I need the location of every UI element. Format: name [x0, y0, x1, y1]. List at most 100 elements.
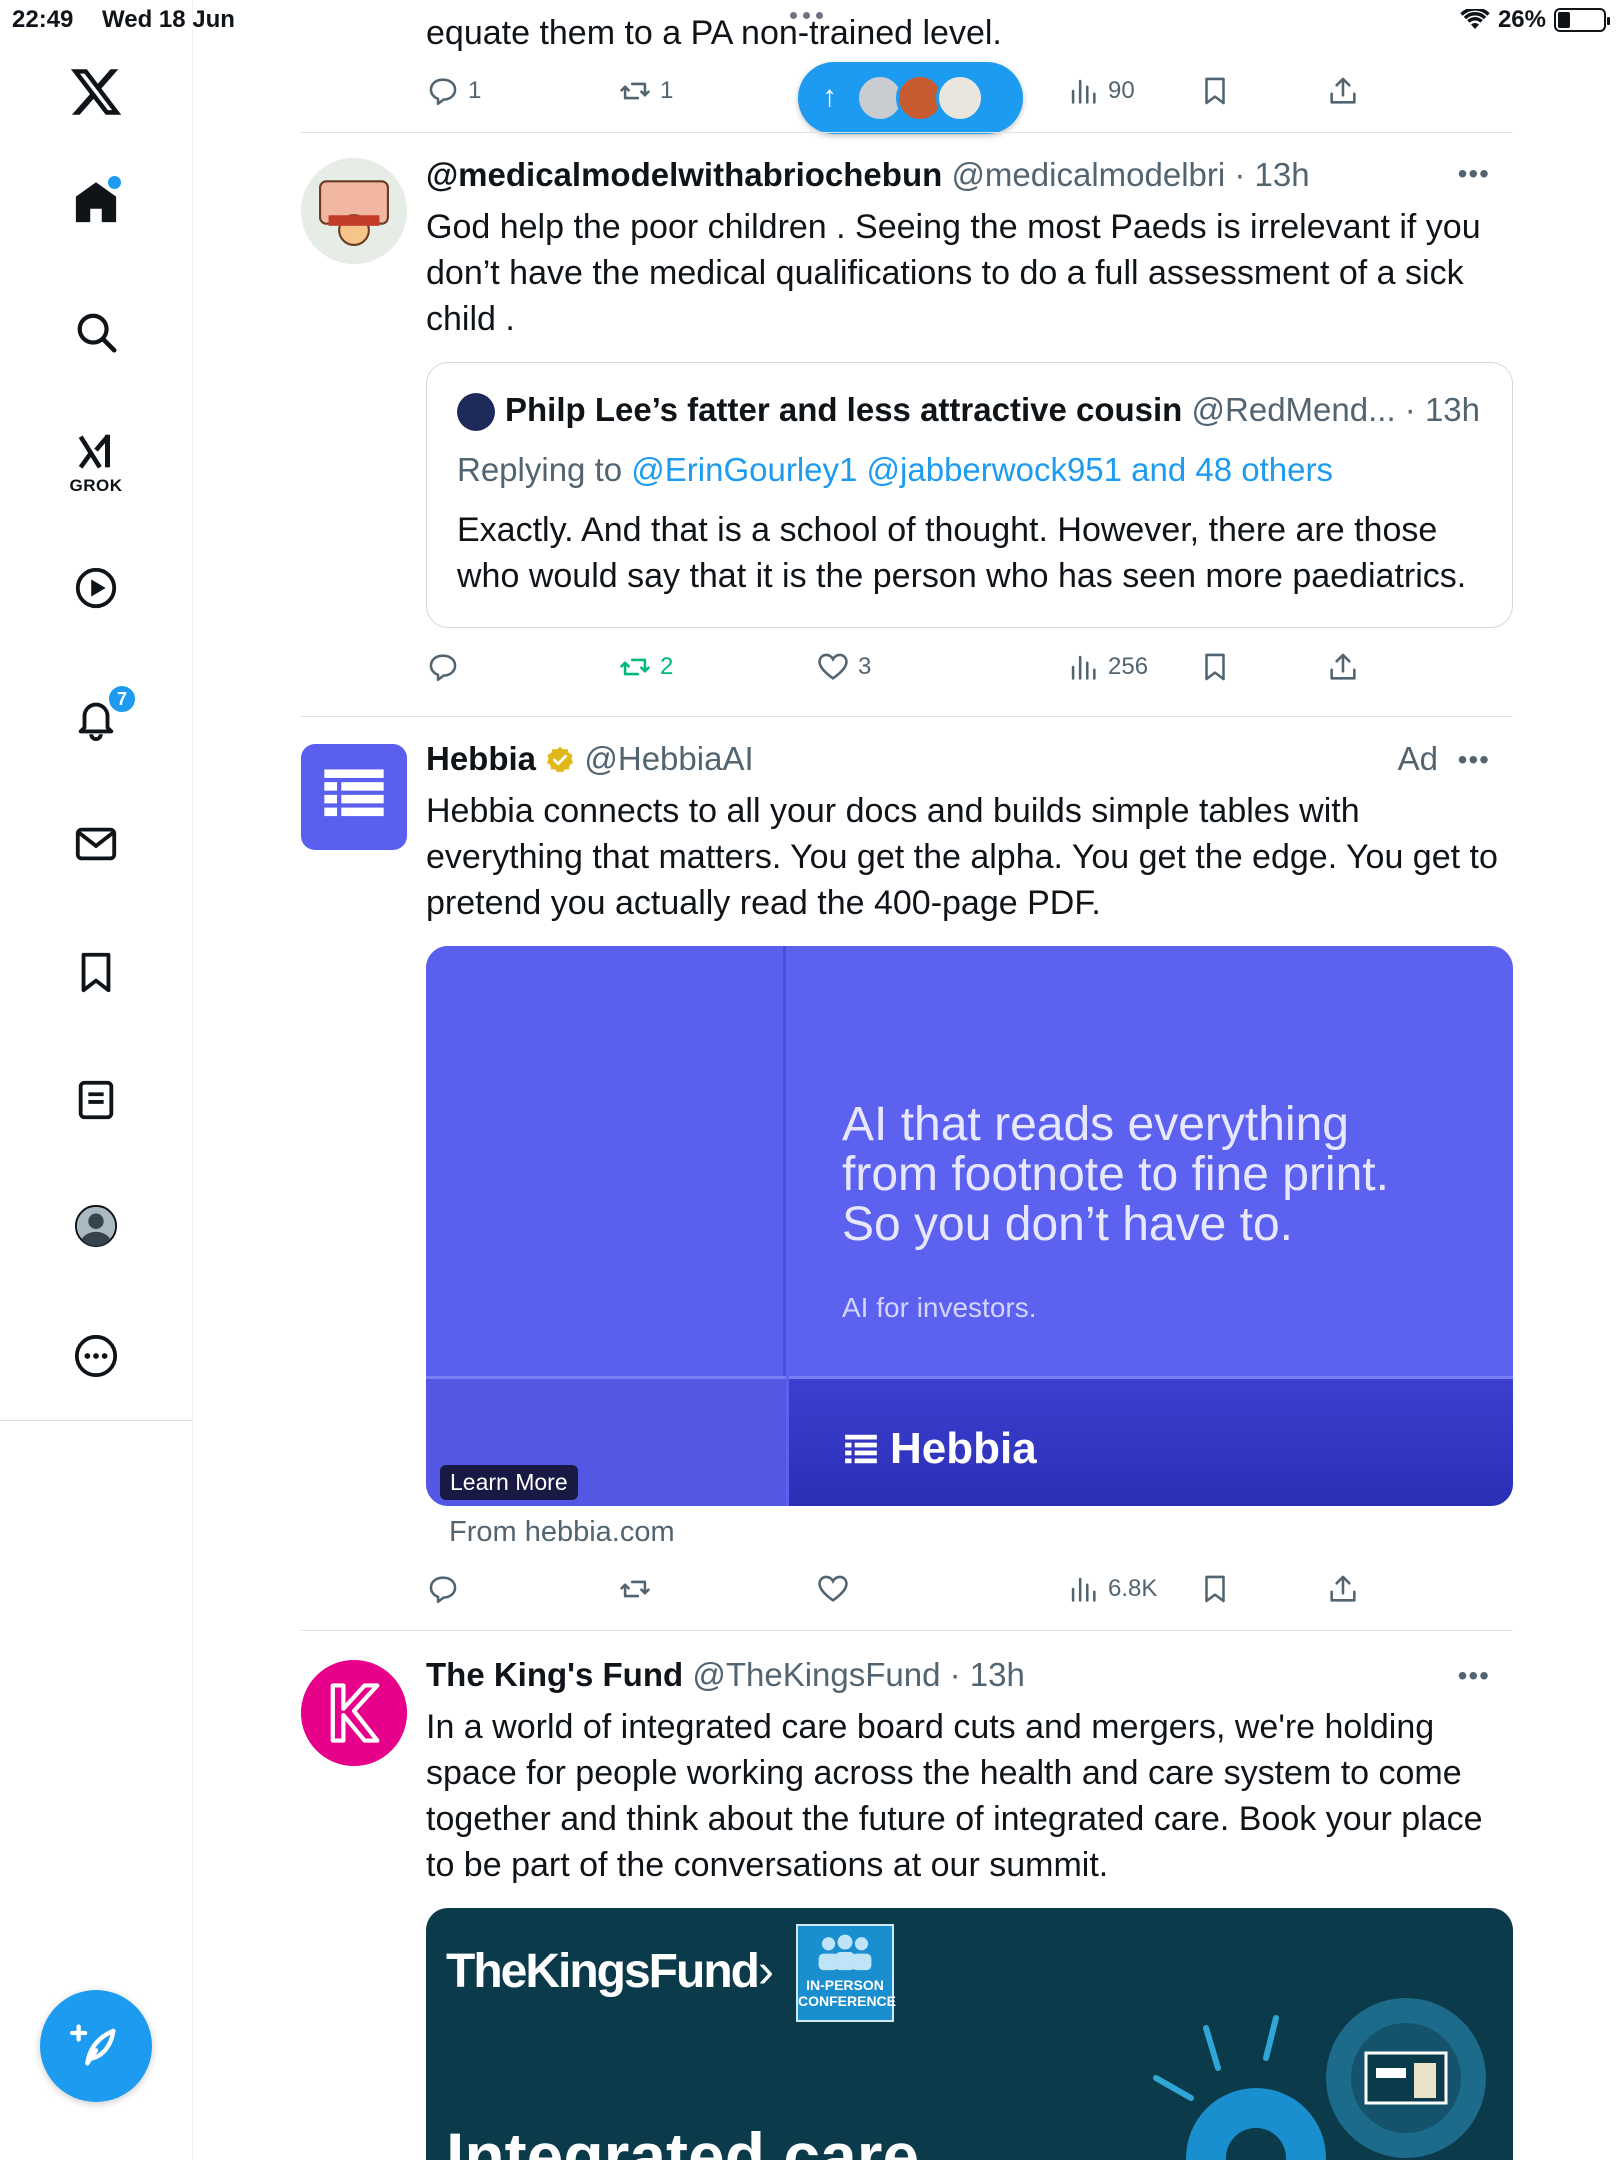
like-button[interactable]: 3 — [816, 650, 871, 684]
views-count: 6.8K — [1108, 1575, 1158, 1602]
author-handle[interactable]: @medicalmodelbri — [951, 156, 1225, 193]
post-time[interactable]: · 13h — [1234, 156, 1309, 193]
grok-icon[interactable] — [64, 420, 128, 484]
heart-icon — [818, 653, 848, 680]
lists-icon[interactable] — [64, 1068, 128, 1132]
bookmark-icon — [1205, 653, 1225, 681]
feather-plus-icon — [70, 2024, 116, 2066]
author-name[interactable]: @medicalmodelwithabriochebun — [426, 156, 942, 193]
repost-icon — [620, 1580, 650, 1598]
more-menu-icon[interactable]: ••• — [1458, 744, 1490, 776]
battery-icon — [1554, 8, 1610, 32]
post-text: In a world of integrated care board cuts… — [426, 1708, 1483, 1884]
reply-button[interactable]: 1 — [426, 74, 481, 108]
reply-button[interactable] — [426, 650, 460, 684]
reply-button[interactable] — [426, 1572, 460, 1606]
repost-button[interactable]: 2 — [618, 650, 673, 684]
quoted-author-avatar — [457, 393, 495, 431]
post-text: God help the poor children . Seeing the … — [426, 208, 1481, 338]
post-time[interactable]: · 13h — [950, 1656, 1025, 1693]
messages-envelope-icon[interactable] — [64, 812, 128, 876]
search-icon[interactable] — [64, 300, 128, 364]
repost-icon — [620, 658, 650, 676]
views-chart-icon — [1071, 1577, 1096, 1602]
ad-headline-line-3: So you don’t have to. — [842, 1198, 1293, 1251]
post-actions: 2 3 256 — [426, 650, 1426, 690]
grok-label: GROK — [69, 476, 123, 495]
repost-icon — [620, 82, 650, 100]
replying-to-links[interactable]: @ErinGourley1 @jabberwock951 and 48 othe… — [631, 451, 1333, 488]
quoted-post-time: · 13h — [1404, 391, 1480, 428]
post-text: equate them to a PA non-trained level. — [426, 14, 1002, 52]
bookmark-button[interactable] — [1198, 74, 1232, 108]
post-divider — [301, 132, 1513, 133]
timeline-feed: equate them to a PA non-trained level. 1… — [193, 0, 1513, 2160]
replying-to-label: Replying to — [457, 451, 623, 488]
author-avatar[interactable] — [301, 158, 407, 264]
profile-avatar-icon[interactable] — [64, 1194, 128, 1258]
views-count: 256 — [1108, 653, 1149, 680]
people-icon — [818, 1934, 872, 1971]
ad-headline-line-1: AI that reads everything — [842, 1098, 1349, 1151]
home-unread-dot — [108, 176, 121, 189]
more-menu-icon[interactable]: ••• — [1458, 1660, 1490, 1692]
ad-subheadline: AI for investors. — [842, 1292, 1037, 1323]
share-icon — [1330, 77, 1356, 104]
repost-count: 1 — [660, 77, 674, 104]
bookmark-button[interactable] — [1198, 650, 1232, 684]
ad-headline-line-2: from footnote to fine print. — [842, 1148, 1389, 1201]
post-actions: 6.8K — [426, 1572, 1426, 1612]
share-button[interactable] — [1326, 1572, 1360, 1606]
in-person-conference-badge: IN-PERSON CONFERENCE — [796, 1924, 897, 2022]
hebbia-logo-avatar[interactable] — [301, 744, 407, 850]
more-menu-icon[interactable]: ••• — [1458, 158, 1490, 190]
post-media-card[interactable]: TheKingsFund› IN-PERSON CONFERENCE Integ… — [426, 1908, 1513, 2160]
repost-button[interactable] — [618, 1572, 652, 1606]
ad-source-domain[interactable]: From hebbia.com — [449, 1516, 675, 1549]
post-text: Hebbia connects to all your docs and bui… — [426, 792, 1498, 922]
new-posts-pill[interactable]: ↑ — [798, 62, 1023, 134]
author-name[interactable]: The King's Fund — [426, 1656, 683, 1693]
learn-more-button[interactable]: Learn More — [440, 1465, 578, 1500]
author-handle[interactable]: @TheKingsFund — [692, 1656, 940, 1693]
bookmarks-icon[interactable] — [64, 940, 128, 1004]
badge-line-1: IN-PERSON — [806, 1977, 884, 1993]
badge-line-2: CONFERENCE — [798, 1993, 897, 2009]
bookmark-icon — [1205, 77, 1225, 105]
arrow-up-icon: ↑ — [822, 80, 837, 113]
views-button[interactable]: 90 — [1066, 74, 1135, 108]
notification-count-badge: 7 — [106, 683, 138, 715]
share-icon — [1330, 1575, 1356, 1602]
ad-brand-wordmark: Hebbia — [890, 1424, 1037, 1473]
like-count: 3 — [858, 653, 872, 680]
video-play-icon[interactable] — [64, 556, 128, 620]
sidebar: GROK 7 — [0, 0, 193, 2160]
compose-post-button[interactable] — [40, 1990, 152, 2102]
heart-icon — [818, 1575, 848, 1602]
kingsfund-wordmark: TheKingsFund› — [446, 1945, 774, 1998]
views-button[interactable]: 256 — [1066, 650, 1148, 684]
quoted-author-handle: @RedMend... — [1191, 391, 1396, 428]
new-post-author-avatar — [936, 74, 984, 122]
reply-icon — [429, 654, 457, 682]
like-button[interactable] — [816, 1572, 850, 1606]
bookmark-button[interactable] — [1198, 1572, 1232, 1606]
quoted-post-text: Exactly. And that is a school of thought… — [457, 511, 1467, 595]
share-button[interactable] — [1326, 74, 1360, 108]
reply-icon — [429, 78, 457, 106]
views-button[interactable]: 6.8K — [1066, 1572, 1157, 1606]
quoted-post[interactable]: Philp Lee’s fatter and less attractive c… — [426, 362, 1513, 628]
views-chart-icon — [1071, 655, 1096, 680]
more-options-icon[interactable] — [64, 1324, 128, 1388]
author-name[interactable]: Hebbia — [426, 740, 536, 777]
post-divider — [301, 1630, 1513, 1631]
views-count: 90 — [1108, 77, 1135, 104]
x-logo-icon[interactable] — [62, 58, 130, 126]
share-button[interactable] — [1326, 650, 1360, 684]
ad-media-card[interactable]: AI that reads everything from footnote t… — [426, 946, 1513, 1506]
reply-icon — [429, 1576, 457, 1604]
kingsfund-logo-avatar[interactable] — [301, 1660, 407, 1766]
ad-label: Ad — [1397, 740, 1438, 777]
repost-button[interactable]: 1 — [618, 74, 673, 108]
author-handle[interactable]: @HebbiaAI — [584, 740, 753, 777]
